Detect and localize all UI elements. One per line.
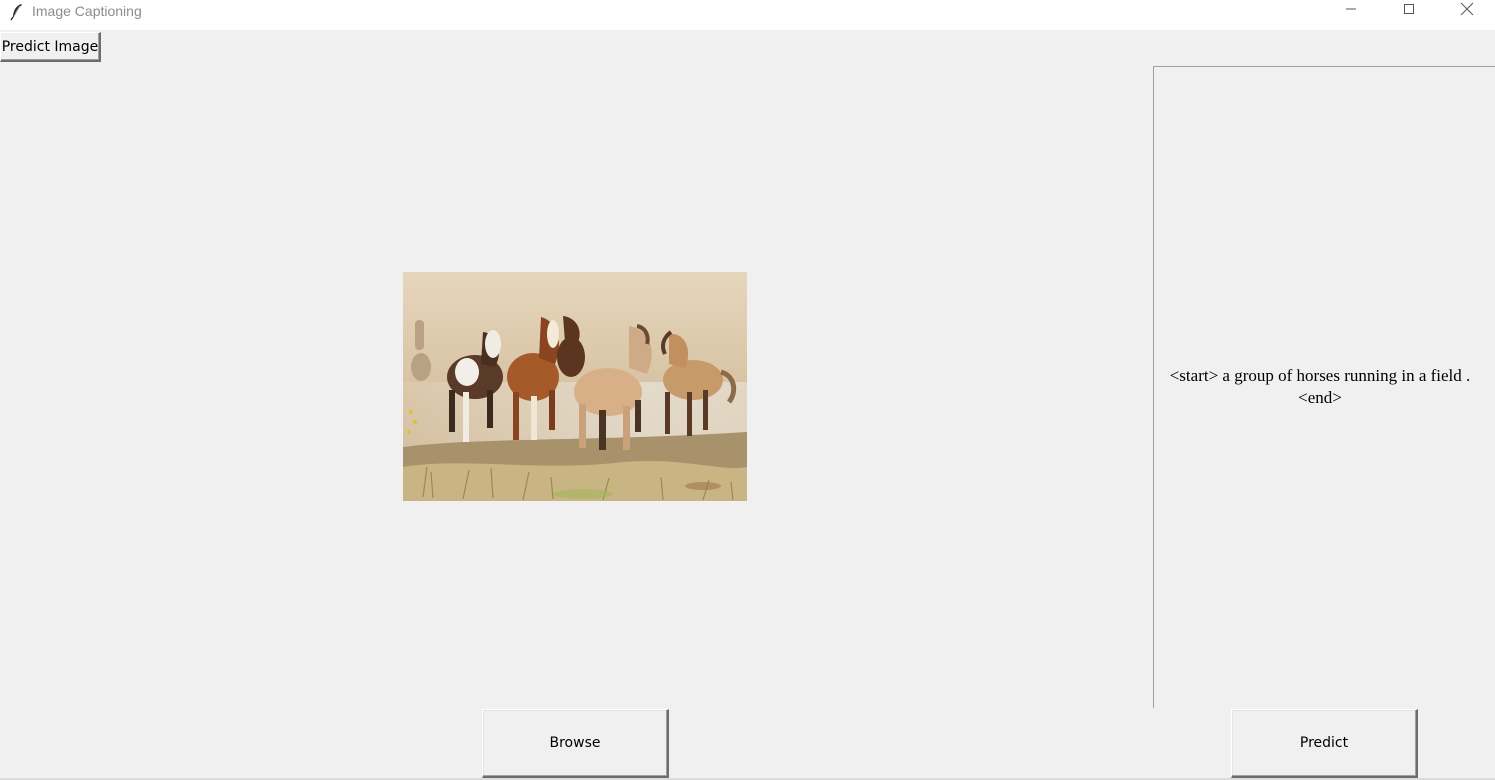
close-button[interactable] xyxy=(1438,0,1495,22)
caption-panel: <start> a group of horses running in a f… xyxy=(1153,66,1495,708)
predict-image-button[interactable]: Predict Image xyxy=(0,32,101,62)
title-bar[interactable]: Image Captioning xyxy=(0,0,1495,30)
minimize-icon xyxy=(1345,2,1357,20)
caption-text: <start> a group of horses running in a f… xyxy=(1169,366,1471,407)
maximize-button[interactable] xyxy=(1380,0,1438,22)
close-icon xyxy=(1460,2,1474,21)
maximize-icon xyxy=(1403,2,1415,20)
predict-button[interactable]: Predict xyxy=(1231,709,1418,778)
minimize-button[interactable] xyxy=(1322,0,1380,22)
window-title: Image Captioning xyxy=(32,3,142,19)
browse-button[interactable]: Browse xyxy=(482,709,669,778)
feather-icon xyxy=(9,3,25,21)
input-image xyxy=(403,272,747,501)
app-window: Image Captioning Predict Image <start> a… xyxy=(0,0,1495,780)
